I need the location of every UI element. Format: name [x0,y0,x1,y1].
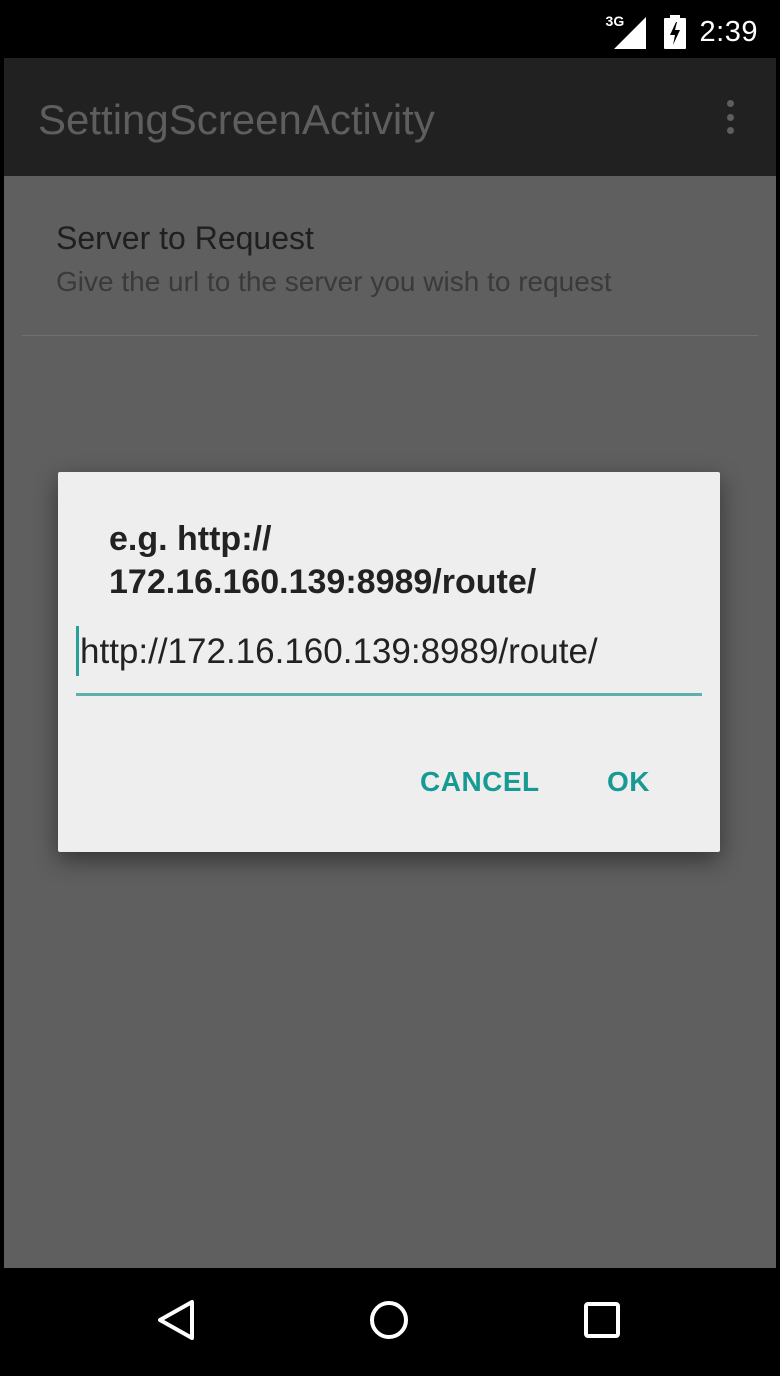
status-time: 2:39 [699,15,758,48]
edit-text-dialog: e.g. http:// 172.16.160.139:8989/route/ … [58,472,720,852]
more-vert-icon[interactable] [712,94,748,140]
recents-icon[interactable] [576,1294,628,1346]
battery-charging-icon [663,15,686,49]
preference-server-to-request[interactable]: Server to Request Give the url to the se… [22,190,758,336]
dialog-message-line-2: 172.16.160.139:8989/route/ [109,563,537,601]
preference-title: Server to Request [56,220,314,256]
url-input[interactable]: http://172.16.160.139:8989/route/ [76,622,702,696]
network-type-label: 3G [605,13,625,29]
text-cursor [76,626,79,676]
preference-summary: Give the url to the server you wish to r… [56,266,612,297]
signal-icon: 3G [606,13,646,49]
url-input-value: http://172.16.160.139:8989/route/ [80,632,598,671]
home-icon[interactable] [363,1294,415,1346]
navigation-bar [4,1268,776,1372]
back-icon[interactable] [150,1294,202,1346]
app-bar: SettingScreenActivity [4,58,776,176]
cancel-button[interactable]: CANCEL [414,762,546,802]
preferences-list: Server to Request Give the url to the se… [4,176,776,1268]
status-icons: 3G 2:39 [606,13,758,50]
status-bar: 3G 2:39 [4,4,776,58]
device-screen: 3G 2:39 SettingScreenActivity Server to … [4,4,776,1372]
app-title: SettingScreenActivity [38,96,435,143]
dialog-message-line-1: e.g. http:// [109,520,272,558]
dialog-message: e.g. http:// 172.16.160.139:8989/route/ [109,518,669,604]
ok-button[interactable]: OK [601,762,656,802]
